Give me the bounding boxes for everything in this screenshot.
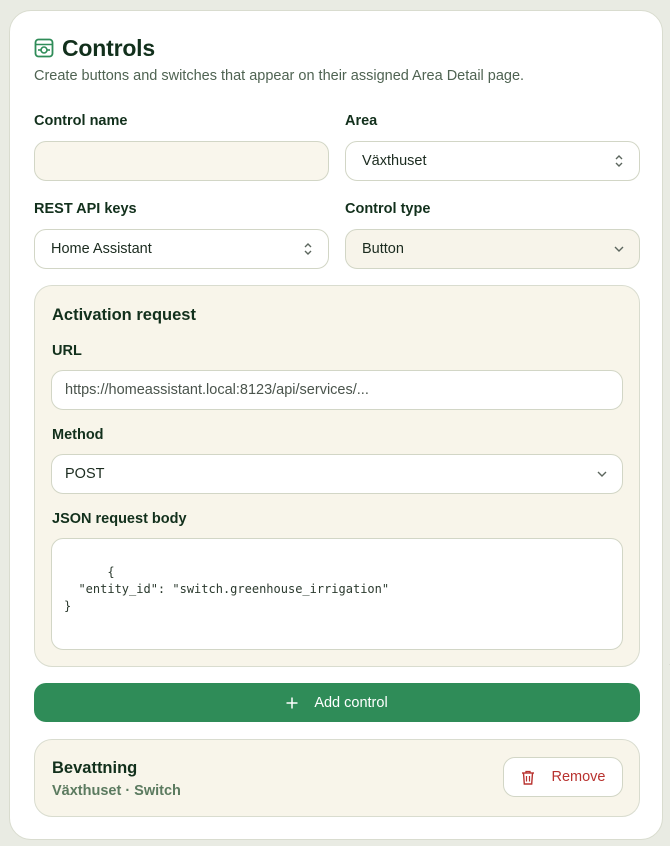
chevron-up-down-icon bbox=[302, 242, 314, 256]
controls-header: Controls Create buttons and switches tha… bbox=[34, 35, 638, 85]
activation-request-panel: Activation request URL https://homeassis… bbox=[34, 285, 670, 667]
method-label: Method bbox=[52, 427, 104, 443]
json-body-textarea[interactable]: { "entity_id": "switch.greenhouse_irriga… bbox=[51, 538, 670, 666]
rest-api-keys-select[interactable]: Home Assistant bbox=[34, 229, 329, 269]
rest-api-keys-selected-value: Home Assistant bbox=[51, 241, 152, 257]
add-control-button[interactable]: Add control bbox=[34, 683, 640, 722]
page-subtitle: Create buttons and switches that appear … bbox=[34, 68, 525, 84]
control-type-label: Control type bbox=[345, 201, 431, 217]
rest-api-keys-label: REST API keys bbox=[34, 201, 137, 217]
control-type-selected-value: Button bbox=[362, 241, 404, 257]
method-select[interactable]: POST bbox=[51, 454, 623, 494]
control-name-input[interactable] bbox=[34, 141, 329, 181]
area-label: Area bbox=[345, 113, 378, 129]
control-item-name: Bevattning bbox=[52, 759, 138, 777]
chevron-up-down-icon bbox=[613, 154, 625, 168]
area-selected-value: Växthuset bbox=[362, 153, 427, 169]
remove-button[interactable]: Remove bbox=[503, 757, 623, 797]
list-item: Bevattning Växthuset · Switch Remove bbox=[34, 739, 640, 817]
page-title: Controls bbox=[62, 34, 155, 61]
control-item-meta: Växthuset · Switch bbox=[52, 783, 181, 799]
url-label: URL bbox=[52, 343, 82, 359]
json-body-label: JSON request body bbox=[52, 511, 187, 527]
url-value: https://homeassistant.local:8123/api/ser… bbox=[65, 382, 369, 398]
resize-grip-icon[interactable] bbox=[610, 637, 670, 666]
remove-label: Remove bbox=[551, 769, 606, 785]
trash-icon bbox=[521, 770, 535, 785]
plus-icon bbox=[286, 694, 298, 712]
chevron-down-icon bbox=[596, 467, 608, 481]
method-selected-value: POST bbox=[65, 466, 105, 482]
control-panel-icon bbox=[34, 38, 54, 58]
title-row: Controls bbox=[34, 35, 638, 61]
controls-card: Controls Create buttons and switches tha… bbox=[9, 10, 670, 840]
activation-request-title: Activation request bbox=[52, 306, 196, 324]
control-name-label: Control name bbox=[34, 113, 128, 129]
control-type-select[interactable]: Button bbox=[345, 229, 640, 269]
url-input[interactable]: https://homeassistant.local:8123/api/ser… bbox=[51, 370, 623, 410]
add-control-label: Add control bbox=[314, 694, 388, 711]
chevron-down-icon bbox=[613, 242, 625, 256]
area-select[interactable]: Växthuset bbox=[345, 141, 640, 181]
json-body-value: { "entity_id": "switch.greenhouse_irriga… bbox=[64, 565, 390, 613]
